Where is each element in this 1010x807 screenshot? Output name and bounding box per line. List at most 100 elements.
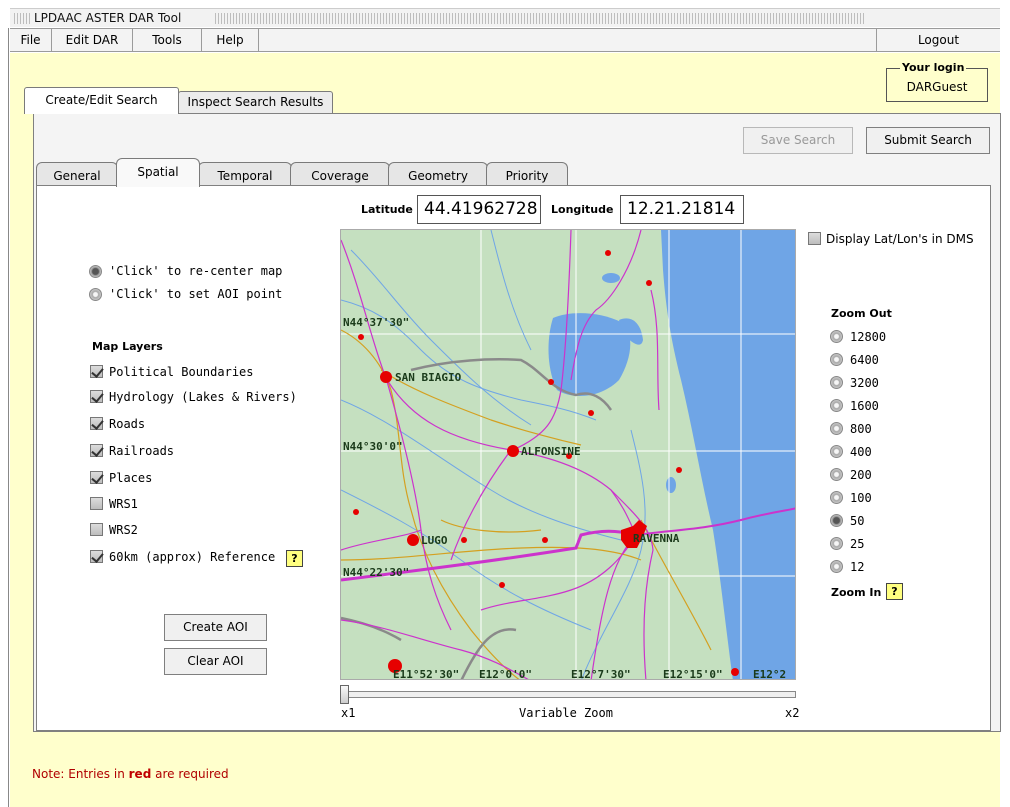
- create-aoi-button[interactable]: Create AOI: [164, 614, 267, 641]
- window-title-bar[interactable]: LPDAAC ASTER DAR Tool: [10, 8, 1000, 27]
- zoom-1600-label: 1600: [850, 399, 879, 413]
- longitude-label: Longitude: [551, 203, 614, 216]
- variable-zoom-min: x1: [341, 706, 356, 720]
- menu-bar: File Edit DAR Tools Help Logout: [10, 28, 1000, 52]
- lat-label-1: N44°37'30": [343, 316, 409, 329]
- layer-political-label: Political Boundaries: [109, 365, 254, 379]
- zoom-in-label: Zoom In: [831, 586, 882, 599]
- login-username: DARGuest: [906, 80, 968, 94]
- zoom-800-radio[interactable]: [830, 422, 843, 435]
- layer-hydrology-label: Hydrology (Lakes & Rivers): [109, 390, 297, 404]
- layer-roads-label: Roads: [109, 417, 146, 431]
- menu-file[interactable]: File: [10, 29, 52, 51]
- tab-geometry[interactable]: Geometry: [388, 162, 488, 186]
- zoom-400-label: 400: [850, 445, 872, 459]
- layer-wrs2-checkbox[interactable]: [90, 523, 103, 536]
- note-prefix: Note: Entries in: [32, 767, 129, 781]
- tab-temporal[interactable]: Temporal: [198, 162, 292, 186]
- lon-label-1: E11°52'30": [393, 668, 459, 680]
- reference-help-button[interactable]: ?: [286, 550, 303, 567]
- place-san-biagio: SAN BIAGIO: [395, 371, 462, 384]
- zoom-3200-label: 3200: [850, 376, 879, 390]
- tab-spatial[interactable]: Spatial: [116, 158, 200, 187]
- lat-label-3: N44°22'30": [343, 566, 409, 579]
- tab-general[interactable]: General: [36, 162, 118, 186]
- latitude-field[interactable]: 44.41962728: [417, 195, 541, 224]
- zoom-200-label: 200: [850, 468, 872, 482]
- tab-create-edit-search[interactable]: Create/Edit Search: [24, 87, 179, 114]
- note-suffix: are required: [151, 767, 229, 781]
- zoom-50-label: 50: [850, 514, 865, 528]
- zoom-100-radio[interactable]: [830, 491, 843, 504]
- zoom-50-radio[interactable]: [830, 514, 843, 527]
- zoom-12800-radio[interactable]: [830, 330, 843, 343]
- recenter-label: 'Click' to re-center map: [109, 264, 283, 278]
- menu-edit-dar[interactable]: Edit DAR: [52, 29, 133, 51]
- save-search-button[interactable]: Save Search: [743, 127, 853, 154]
- place-lugo: LUGO: [421, 534, 448, 547]
- zoom-1600-radio[interactable]: [830, 399, 843, 412]
- required-note: Note: Entries in red are required: [32, 767, 229, 781]
- layer-wrs1-label: WRS1: [109, 497, 138, 511]
- variable-zoom-thumb[interactable]: [340, 685, 349, 704]
- variable-zoom-max: x2: [785, 706, 800, 720]
- zoom-12-radio[interactable]: [830, 560, 843, 573]
- longitude-field[interactable]: 12.21.21814: [620, 195, 744, 224]
- recenter-radio[interactable]: [89, 265, 102, 278]
- zoom-800-label: 800: [850, 422, 872, 436]
- dms-label: Display Lat/Lon's in DMS: [826, 232, 974, 246]
- lon-label-3: E12°7'30": [571, 668, 631, 680]
- zoom-help-button[interactable]: ?: [886, 583, 903, 600]
- zoom-6400-label: 6400: [850, 353, 879, 367]
- tab-coverage[interactable]: Coverage: [290, 162, 390, 186]
- lon-label-5: E12°2: [753, 668, 786, 680]
- submit-search-button[interactable]: Submit Search: [866, 127, 990, 154]
- layer-wrs2-label: WRS2: [109, 523, 138, 537]
- map-layers-title: Map Layers: [92, 340, 163, 353]
- layer-railroads-label: Railroads: [109, 444, 175, 458]
- login-box-title: Your login: [900, 61, 967, 74]
- latitude-label: Latitude: [361, 203, 413, 216]
- dms-checkbox[interactable]: [808, 232, 821, 245]
- layer-political-checkbox[interactable]: [90, 365, 103, 378]
- variable-zoom-label: Variable Zoom: [519, 706, 613, 720]
- clear-aoi-button[interactable]: Clear AOI: [164, 648, 267, 675]
- layer-railroads-checkbox[interactable]: [90, 444, 103, 457]
- zoom-25-radio[interactable]: [830, 537, 843, 550]
- tab-priority[interactable]: Priority: [486, 162, 568, 186]
- layer-reference-checkbox[interactable]: [90, 550, 103, 563]
- place-ravenna: RAVENNA: [633, 532, 680, 545]
- zoom-200-radio[interactable]: [830, 468, 843, 481]
- zoom-25-label: 25: [850, 537, 865, 551]
- lon-label-4: E12°15'0": [663, 668, 723, 680]
- menu-tools[interactable]: Tools: [133, 29, 202, 51]
- menu-help[interactable]: Help: [202, 29, 259, 51]
- set-aoi-radio[interactable]: [89, 288, 102, 301]
- map-view[interactable]: N44°37'30" N44°30'0" N44°22'30" E11°52'3…: [340, 229, 796, 680]
- zoom-6400-radio[interactable]: [830, 353, 843, 366]
- layer-places-label: Places: [109, 471, 153, 485]
- place-alfonsine: ALFONSINE: [521, 445, 581, 458]
- layer-wrs1-checkbox[interactable]: [90, 497, 103, 510]
- zoom-12800-label: 12800: [850, 330, 887, 344]
- layer-roads-checkbox[interactable]: [90, 417, 103, 430]
- lat-label-2: N44°30'0": [343, 440, 403, 453]
- layer-reference-label: 60km (approx) Reference: [109, 550, 276, 564]
- zoom-3200-radio[interactable]: [830, 376, 843, 389]
- variable-zoom-track[interactable]: [341, 691, 796, 698]
- title-grip-right: [215, 13, 865, 24]
- note-bold: red: [128, 767, 152, 781]
- set-aoi-label: 'Click' to set AOI point: [109, 287, 283, 301]
- zoom-400-radio[interactable]: [830, 445, 843, 458]
- zoom-100-label: 100: [850, 491, 872, 505]
- layer-hydrology-checkbox[interactable]: [90, 390, 103, 403]
- lon-label-2: E12°0'0": [479, 668, 532, 680]
- map-canvas: N44°37'30" N44°30'0" N44°22'30" E11°52'3…: [341, 230, 795, 680]
- zoom-out-label: Zoom Out: [831, 307, 892, 320]
- window-title: LPDAAC ASTER DAR Tool: [34, 11, 182, 25]
- logout-button[interactable]: Logout: [876, 29, 1000, 51]
- window-left-border: [8, 28, 9, 807]
- tab-inspect-search-results[interactable]: Inspect Search Results: [178, 91, 333, 114]
- title-grip-left: [14, 13, 30, 24]
- layer-places-checkbox[interactable]: [90, 471, 103, 484]
